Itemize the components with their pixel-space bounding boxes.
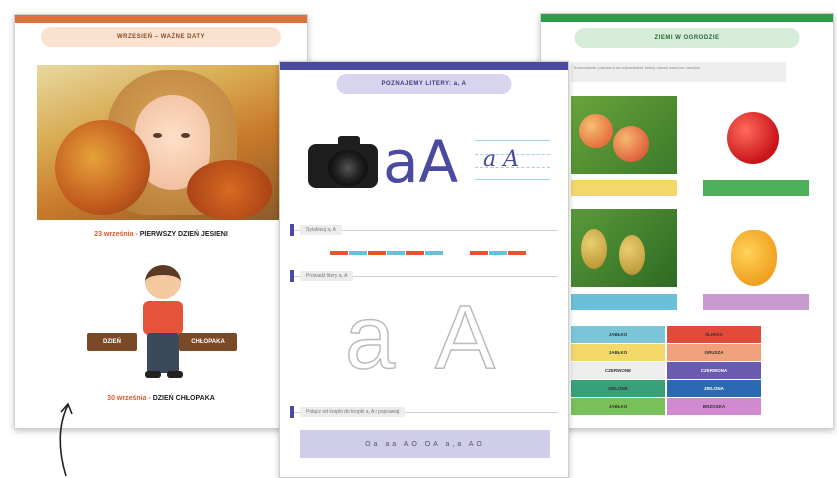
table-cell[interactable]: ZIELONE (571, 380, 665, 397)
section-marker (290, 270, 294, 282)
autumn-leaves (55, 120, 150, 215)
event-date: 30 września (107, 395, 147, 402)
table-cell[interactable]: GRUSZA (667, 344, 761, 361)
table-row: JABŁKO BRZOSKA (571, 398, 763, 415)
syllable-bar (406, 251, 424, 255)
syllable-bar (508, 251, 526, 255)
apple (613, 126, 649, 162)
table-row: JABŁKO GRUSZA (571, 344, 763, 361)
red-apple-image (727, 112, 779, 164)
camera-image (308, 136, 378, 188)
boy-cartoon (133, 265, 193, 385)
event-title: DZIEŃ CHŁOPAKA (152, 395, 215, 402)
event-date: 23 września (94, 231, 134, 238)
sign-left: DZIEŃ (87, 333, 137, 351)
section-marker (290, 224, 294, 236)
table-cell[interactable]: CZERWONA (667, 362, 761, 379)
section-label-text: Prowadź litery a, A (300, 271, 354, 281)
camera-lens (328, 150, 368, 186)
section-label-text: Połącz od kropki do kropki a, A i popraw… (300, 407, 406, 417)
big-letters: aA (383, 128, 459, 196)
arrow-up-icon (59, 402, 73, 477)
outline-letter: A (434, 287, 496, 389)
syllable-bar (489, 251, 507, 255)
page-header-bar (280, 62, 568, 70)
table-cell[interactable]: BRZOSKA (667, 398, 761, 415)
syllable-bar (387, 251, 405, 255)
page-title: WRZESIEŃ – WAŻNE DATY (41, 27, 281, 47)
color-label-box[interactable] (571, 180, 677, 196)
syllable-bar (330, 251, 348, 255)
yellow-pear-image (731, 230, 777, 286)
letters-worksheet-page[interactable]: POZNAJEMY LITERY: a, A aA a A Sylabizuj … (279, 61, 569, 478)
syllable-bars (470, 242, 527, 255)
pear (619, 235, 645, 275)
pears-on-branch-image (571, 209, 677, 287)
apple (579, 114, 613, 148)
eye (153, 133, 162, 138)
garden-worksheet-page[interactable]: ZIEMI W OGRODZIE Kolorowanie: pokoloruj … (540, 13, 834, 429)
script-letters-box: a A (475, 140, 550, 180)
table-row: CZERWONE CZERWONA (571, 362, 763, 379)
page-header-bar (15, 15, 307, 23)
instruction-text: Kolorowanie: pokoloruj na odpowiednie ko… (571, 62, 786, 82)
table-row: ZIELONE ZIELONA (571, 380, 763, 397)
syllable-bar (368, 251, 386, 255)
color-label-box[interactable] (703, 294, 809, 310)
section-marker (290, 406, 294, 418)
autumn-leaves (187, 160, 272, 220)
event-caption: 23 września - PIERWSZY DZIEŃ JESIENI (15, 231, 307, 238)
table-cell[interactable]: JABŁKO (571, 326, 665, 343)
page-title: POZNAJEMY LITERY: a, A (336, 74, 512, 94)
section-label: Połącz od kropki do kropki a, A i popraw… (290, 406, 406, 418)
september-worksheet-page[interactable]: WRZESIEŃ – WAŻNE DATY 23 września - PIER… (14, 14, 308, 429)
outline-letter: a (344, 287, 396, 389)
table-cell[interactable]: JABŁKO (571, 344, 665, 361)
autumn-girl-photo (37, 65, 287, 220)
color-words-table: JABŁKO ŚLIWKA JABŁKO GRUSZA CZERWONE CZE… (571, 326, 763, 416)
color-label-box[interactable] (703, 180, 809, 196)
script-letters: a A (483, 147, 519, 172)
syllable-bars (330, 242, 444, 255)
page-title: ZIEMI W OGRODZIE (574, 28, 800, 48)
letter-pairs-box: Oa aa AO OA a,a AO (300, 430, 550, 458)
boy-body (143, 301, 183, 335)
color-label-box[interactable] (571, 294, 677, 310)
boy-legs (147, 333, 179, 373)
table-cell[interactable]: JABŁKO (571, 398, 665, 415)
table-cell[interactable]: ŚLIWKA (667, 326, 761, 343)
table-cell[interactable]: CZERWONE (571, 362, 665, 379)
section-label-text: Sylabizuj a, A (300, 225, 343, 235)
event-title: PIERWSZY DZIEŃ JESIENI (139, 231, 228, 238)
page-header-bar (541, 14, 833, 22)
apples-on-branch-image (571, 96, 677, 174)
syllable-bar (349, 251, 367, 255)
pear (581, 229, 607, 269)
syllable-bar (425, 251, 443, 255)
boy-head (145, 265, 181, 299)
boy-shoe (145, 371, 161, 378)
eye (181, 133, 190, 138)
table-row: JABŁKO ŚLIWKA (571, 326, 763, 343)
table-cell[interactable]: ZIELONA (667, 380, 761, 397)
syllable-bar (470, 251, 488, 255)
section-label: Sylabizuj a, A (290, 224, 343, 236)
camera-top (338, 136, 360, 146)
sign-right: CHŁOPAKA (179, 333, 237, 351)
section-label: Prowadź litery a, A (290, 270, 354, 282)
boy-shoe (167, 371, 183, 378)
